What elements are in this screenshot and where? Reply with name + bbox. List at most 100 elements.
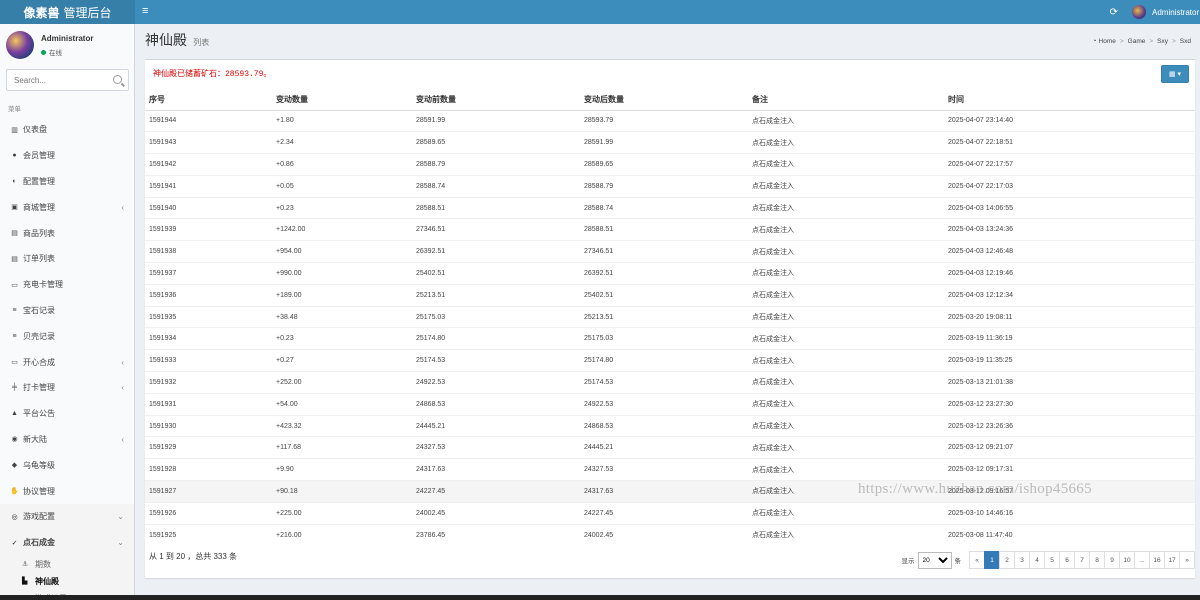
sidebar-item[interactable]: ≡ 贝壳记录 — [0, 323, 134, 349]
table-row[interactable]: 1591933 +0.27 25174.53 25174.80 点石成金注入 2025-0… — [145, 349, 1195, 372]
page-link[interactable]: 3 — [1014, 551, 1030, 569]
table-row[interactable]: 1591939 +1242.00 27346.51 28588.51 点石成金注入 202… — [145, 218, 1195, 241]
page-link[interactable]: 9 — [1104, 551, 1120, 569]
table-row[interactable]: 1591931 +54.00 24868.53 24922.53 点石成金注入 2025-… — [145, 392, 1195, 416]
bars-icon[interactable]: ≡ — [142, 5, 148, 17]
col-header-before[interactable]: 变动前数量 — [412, 90, 580, 111]
table-cell: 点石成金注入 — [748, 436, 944, 459]
submenu-item[interactable]: ▙ 神仙殿 — [0, 573, 134, 590]
table-row[interactable]: 1591925 +216.00 23786.45 24002.45 点石成金注入 2025… — [145, 523, 1195, 546]
sidebar-item[interactable]: ▭ 开心合成 ‹ — [0, 349, 134, 375]
table-cell: 1591928 — [145, 458, 272, 481]
page-link[interactable]: 7 — [1074, 551, 1090, 569]
sidebar-item[interactable]: ◆ 乌龟等级 — [0, 452, 134, 478]
columns-button[interactable]: ▦ ▾ — [1161, 65, 1189, 83]
per-page-select[interactable]: 20 — [917, 551, 952, 569]
sidebar-item-label: 开心合成 — [23, 357, 55, 367]
table-row[interactable]: 1591935 +38.48 25175.03 25213.51 点石成金注入 2025-… — [145, 305, 1195, 328]
table-cell: 25213.51 — [412, 283, 580, 307]
table-row[interactable]: 1591938 +954.00 26392.51 27346.51 点石成金注入 2025… — [145, 240, 1195, 263]
col-header-id[interactable]: 序号 — [145, 90, 272, 111]
sidebar-item[interactable]: ≡ 宝石记录 — [0, 298, 134, 324]
sidebar-item[interactable]: ◎ 游戏配置 ⌄ — [0, 503, 134, 530]
table-row[interactable]: 1591941 +0.05 28588.74 28588.79 点石成金注入 2025-0… — [145, 174, 1195, 198]
sidebar-item[interactable]: ✋ 协议管理 — [0, 478, 134, 504]
table-cell: 点石成金注入 — [748, 392, 944, 416]
table-cell: 1591941 — [145, 174, 272, 198]
sidebar-item[interactable]: ▤ 商品列表 — [0, 220, 134, 246]
table-row[interactable]: 1591936 +189.00 25213.51 25402.51 点石成金注入 2025… — [145, 283, 1195, 307]
sidebar-item[interactable]: ▲ 平台公告 — [0, 401, 134, 427]
table-row[interactable]: 1591940 +0.23 28588.51 28588.74 点石成金注入 2025-0… — [145, 196, 1195, 219]
page-link[interactable]: 10 — [1119, 551, 1135, 569]
prev-page-button[interactable]: « — [969, 551, 985, 569]
table-row[interactable]: 1591943 +2.34 28589.65 28591.99 点石成金注入 2025-0… — [145, 131, 1195, 154]
table-cell: 25175.03 — [412, 305, 580, 328]
logo-text: 管理后台 — [63, 5, 112, 20]
table-row[interactable]: 1591932 +252.00 24922.53 25174.53 点石成金注入 2025… — [145, 371, 1195, 394]
page-link[interactable]: 4 — [1029, 551, 1045, 569]
breadcrumb-home[interactable]: Home — [1099, 38, 1116, 45]
table-cell: 28591.99 — [412, 109, 580, 132]
sidebar-item[interactable]: ▥ 仪表盘 — [0, 117, 134, 143]
page-link[interactable]: 2 — [999, 551, 1015, 569]
table-cell: 2025-03-20 19:08:11 — [944, 305, 1195, 328]
page-link[interactable]: 8 — [1089, 551, 1105, 569]
table-row[interactable]: 1591942 +0.86 28588.79 28589.65 点石成金注入 2025-0… — [145, 153, 1195, 176]
table-row[interactable]: 1591934 +0.23 25174.80 25175.03 点石成金注入 2025-0… — [145, 327, 1195, 350]
list-icon: ≡ — [12, 332, 17, 340]
top-navbar: 像素兽 管理后台 ≡ ⟳ Administrator — [0, 0, 1200, 24]
sidebar-item[interactable]: ▣ 商城管理 ‹ — [0, 194, 134, 220]
col-header-remark[interactable]: 备注 — [748, 90, 944, 111]
table-row[interactable]: 1591944 +1.80 28591.99 28593.79 点石成金注入 2025-0… — [145, 109, 1195, 132]
sidebar-item[interactable]: ╪ 打卡管理 ‹ — [0, 375, 134, 401]
table-cell: 24002.45 — [412, 501, 580, 525]
navbar-user-name[interactable]: Administrator — [1152, 8, 1200, 17]
search-icon[interactable] — [113, 75, 122, 84]
sidebar-item[interactable]: ▭ 充电卡管理 — [0, 272, 134, 298]
table-cell: 1591933 — [145, 349, 272, 372]
table-cell: 2025-04-03 12:19:46 — [944, 262, 1195, 285]
table-cell: 1591942 — [145, 153, 272, 176]
breadcrumb-game[interactable]: Game — [1128, 38, 1146, 45]
bell-icon: ▲ — [11, 410, 18, 418]
table-cell: +0.27 — [272, 349, 412, 372]
col-header-time[interactable]: 时间 — [944, 90, 1195, 111]
user-avatar-small[interactable] — [1132, 5, 1146, 19]
table-cell: 1591940 — [145, 196, 272, 219]
table-cell: 2025-04-03 12:46:48 — [944, 240, 1195, 263]
sidebar-item[interactable]: ▤ 订单列表 — [0, 246, 134, 272]
page-link[interactable]: 5 — [1044, 551, 1060, 569]
next-page-button[interactable]: » — [1179, 551, 1195, 569]
table-cell: 2025-04-07 23:14:40 — [944, 109, 1195, 132]
page-link[interactable]: 1 — [984, 551, 1000, 569]
table-cell: +38.48 — [272, 305, 412, 328]
page-link[interactable]: 16 — [1149, 551, 1165, 569]
table-cell: +9.90 — [272, 458, 412, 481]
table-row[interactable]: 1591928 +9.90 24317.63 24327.53 点石成金注入 2025-0… — [145, 458, 1195, 481]
table-cell: 2025-03-08 11:47:40 — [944, 523, 1195, 546]
table-cell: 25174.80 — [580, 349, 748, 372]
page-link[interactable]: 6 — [1059, 551, 1075, 569]
col-header-change[interactable]: 变动数量 — [272, 90, 412, 111]
page-link[interactable]: 17 — [1164, 551, 1180, 569]
sidebar-item[interactable]: ✓ 点石成金 ⌄ — [0, 529, 134, 556]
table-row[interactable]: 1591926 +225.00 24002.45 24227.45 点石成金注入 2025… — [145, 501, 1195, 525]
table-row[interactable]: 1591930 +423.32 24445.21 24868.53 点石成金注入 2025… — [145, 414, 1195, 437]
table-row[interactable]: 1591929 +117.68 24327.53 24445.21 点石成金注入 2025… — [145, 436, 1195, 459]
list-alt-icon: ▤ — [11, 255, 18, 263]
table-cell: 2025-03-12 23:26:36 — [944, 414, 1195, 437]
submenu-item[interactable]: ⚓ 期数 — [0, 556, 134, 573]
bar-chart-icon: ▥ — [11, 126, 18, 134]
breadcrumb-sxy[interactable]: Sxy — [1157, 38, 1168, 45]
col-header-after[interactable]: 变动后数量 — [580, 90, 748, 111]
sidebar-item[interactable]: ◐ 配置管理 — [0, 169, 134, 195]
logo[interactable]: 像素兽 管理后台 — [0, 0, 135, 24]
search-input[interactable] — [7, 70, 107, 90]
refresh-icon[interactable]: ⟳ — [1110, 7, 1118, 18]
sidebar-item[interactable]: ● 会员管理 — [0, 143, 134, 169]
sidebar-item[interactable]: ◉ 新大陆 ‹ — [0, 427, 134, 453]
table-row[interactable]: 1591937 +990.00 25402.51 26392.51 点石成金注入 2025… — [145, 262, 1195, 285]
table-cell: 1591939 — [145, 218, 272, 241]
table-cell: 27346.51 — [580, 240, 748, 263]
